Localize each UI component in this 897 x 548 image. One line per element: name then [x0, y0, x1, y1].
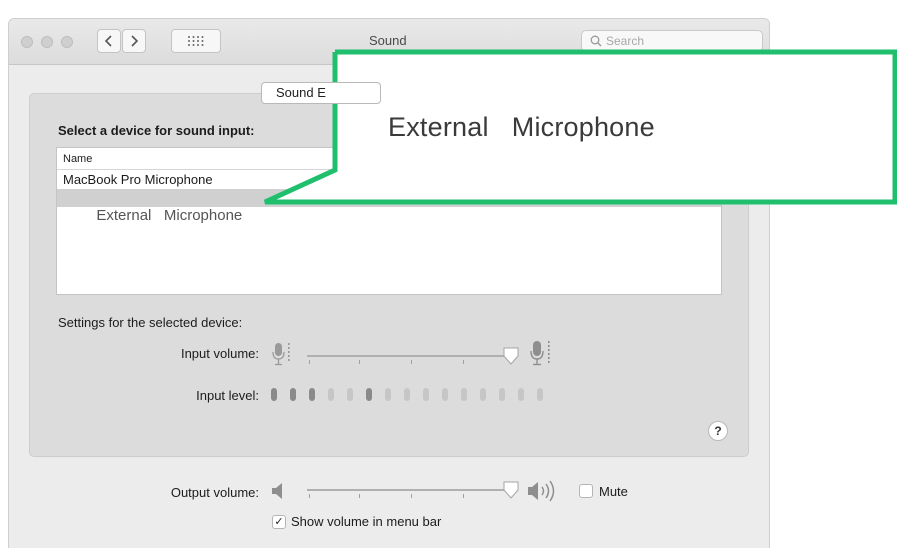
tick [411, 494, 412, 498]
level-segment [404, 388, 410, 401]
tick [463, 494, 464, 498]
level-segment [442, 388, 448, 401]
column-header-name[interactable]: Name [57, 148, 721, 170]
tick [463, 360, 464, 364]
search-icon [590, 35, 602, 47]
checkmark-icon: ✓ [274, 516, 284, 528]
tick [359, 494, 360, 498]
sound-preferences-window: Sound Search Sound E Select a device for… [8, 18, 770, 548]
input-volume-slider[interactable] [307, 345, 519, 367]
level-segment [537, 388, 543, 401]
input-volume-knob[interactable] [503, 347, 519, 365]
back-button[interactable] [97, 29, 121, 53]
minimize-window-button[interactable] [41, 36, 53, 48]
output-volume-track [307, 489, 517, 491]
title-bar: Sound Search [9, 19, 769, 65]
device-type: USB [444, 191, 469, 205]
tick [359, 360, 360, 364]
microphone-low-icon [272, 343, 290, 366]
mute-checkbox[interactable] [579, 484, 593, 498]
show-all-button[interactable] [171, 29, 221, 53]
zoom-window-button[interactable] [61, 36, 73, 48]
output-volume-knob[interactable] [503, 481, 519, 499]
output-volume-label: Output volume: [170, 485, 259, 500]
speaker-high-icon [528, 480, 555, 502]
show-volume-label: Show volume in menu bar [291, 514, 442, 529]
page: Sound Search Sound E Select a device for… [0, 0, 897, 548]
level-segment [290, 388, 296, 401]
device-name: External Microphone [96, 207, 243, 224]
forward-button[interactable] [122, 29, 146, 53]
tick [309, 360, 310, 364]
tick [309, 494, 310, 498]
search-placeholder: Search [606, 34, 645, 48]
level-segment [423, 388, 429, 401]
level-segment [347, 388, 353, 401]
level-segment [518, 388, 524, 401]
output-volume-slider[interactable] [307, 479, 519, 501]
help-button[interactable]: ? [708, 421, 728, 441]
device-row-macbook-microphone[interactable]: MacBook Pro Microphone [57, 171, 721, 189]
mute-label: Mute [599, 484, 628, 499]
speaker-low-icon [272, 483, 282, 499]
device-name: MacBook Pro Microphone [63, 172, 213, 187]
input-volume-label: Input volume: [180, 346, 259, 361]
search-field[interactable]: Search [581, 30, 763, 52]
tick [411, 360, 412, 364]
input-volume-track [307, 355, 517, 357]
tab-sound-effects[interactable]: Sound E [261, 82, 381, 104]
level-segment [480, 388, 486, 401]
device-row-external-microphone[interactable]: External Microphone USB [57, 189, 721, 224]
input-device-table: Name MacBook Pro Microphone External Mic… [56, 147, 722, 295]
grid-icon [188, 36, 204, 46]
input-device-heading: Select a device for sound input: [58, 123, 255, 138]
close-window-button[interactable] [21, 36, 33, 48]
microphone-high-icon [530, 341, 550, 366]
level-segment [366, 388, 372, 401]
level-segment [271, 388, 277, 401]
level-segment [385, 388, 391, 401]
input-level-meter [271, 388, 561, 402]
level-segment [461, 388, 467, 401]
chevron-right-icon [131, 35, 139, 47]
show-volume-checkbox[interactable]: ✓ [272, 515, 286, 529]
level-segment [328, 388, 334, 401]
chevron-left-icon [104, 35, 112, 47]
level-segment [499, 388, 505, 401]
window-title: Sound [369, 33, 407, 48]
level-segment [309, 388, 315, 401]
input-level-label: Input level: [196, 388, 259, 403]
callout-label: External Microphone [388, 112, 655, 142]
selected-device-settings-label: Settings for the selected device: [58, 315, 243, 330]
